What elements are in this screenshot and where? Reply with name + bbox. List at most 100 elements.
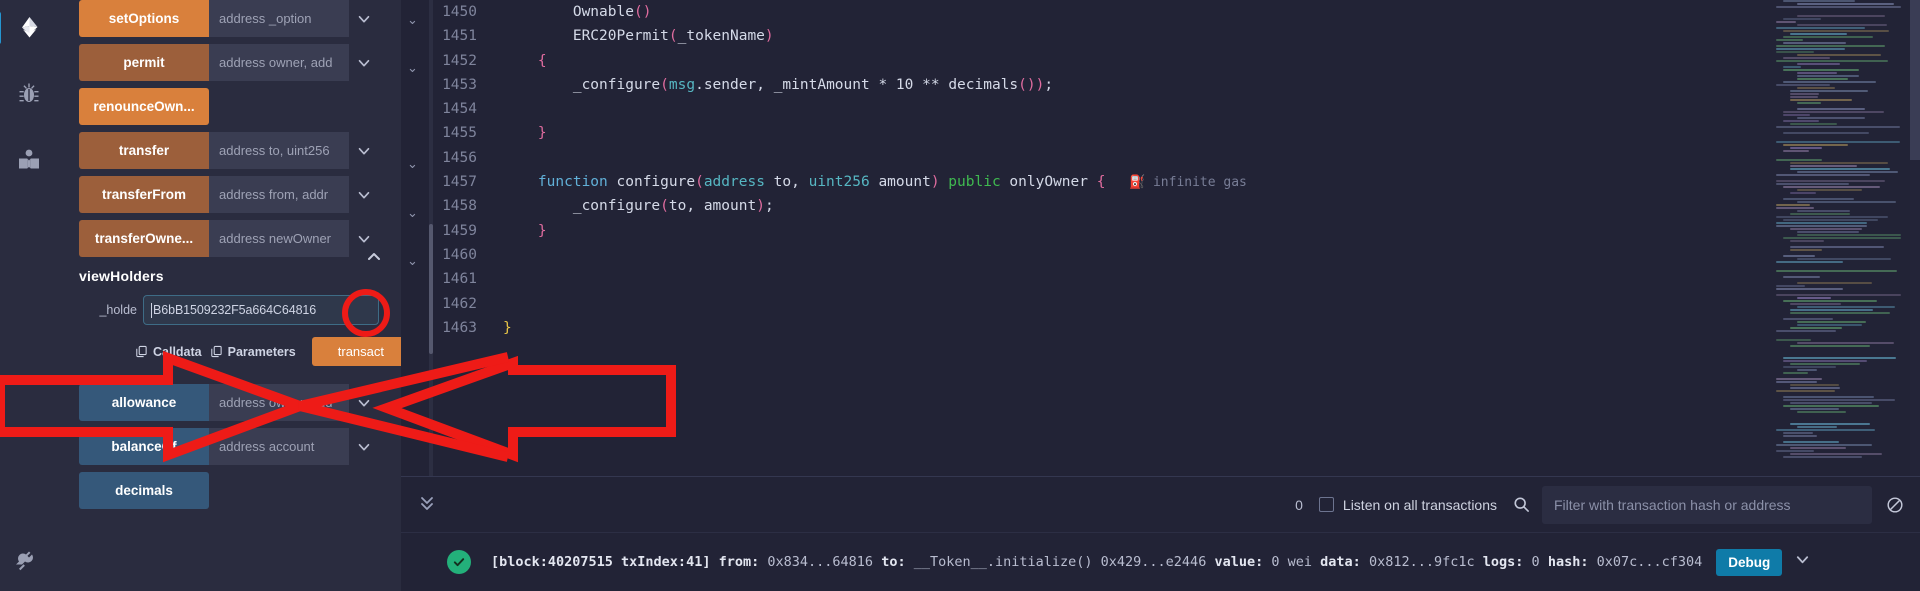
book-icon [16,147,42,173]
minimap-line [1776,48,1845,50]
editor-scrollbar-thumb[interactable] [429,224,433,354]
log-to-key: to: [881,554,905,570]
fold-caret-icon[interactable]: ⌄ [407,253,418,269]
minimap-line [1776,378,1822,380]
function-input[interactable]: address account [209,428,349,465]
no-entry-icon[interactable] [1872,496,1908,514]
chevron-down-icon[interactable] [349,44,379,81]
listen-on-all-transactions-checkbox[interactable] [1319,497,1334,512]
listen-on-all-transactions-label: Listen on all transactions [1343,497,1497,513]
line-number: 1456 [441,146,503,170]
minimap-line [1783,366,1836,368]
chevron-up-icon[interactable] [361,244,387,270]
transaction-log-row[interactable]: [block:40207515 txIndex:41] from: 0x834.… [401,533,1920,591]
minimap-scrollbar-thumb[interactable] [1910,0,1920,160]
sidebar-item-documentation[interactable] [7,140,51,180]
minimap-line [1776,429,1875,431]
function-input[interactable]: address from, addr [209,176,349,213]
function-input[interactable]: address to, uint256 [209,132,349,169]
function-button-permit[interactable]: permit [79,44,209,81]
function-button-setoptions[interactable]: setOptions [79,0,209,37]
function-button-renounceown[interactable]: renounceOwn... [79,88,209,125]
copy-parameters-button[interactable]: Parameters [210,345,296,359]
fold-caret-icon[interactable]: ⌄ [407,205,418,221]
line-number: 1452 [441,49,503,73]
code-line: 1456 [441,146,1920,170]
code-editor[interactable]: ⌄ ⌄ ⌄ ⌄ ⌄ ⌄ 1450 Ownable()1451 ERC20Perm… [401,0,1920,476]
fold-caret-icon[interactable]: ⌄ [407,156,418,172]
code-line: 1454 [441,97,1920,121]
fold-caret-icon[interactable]: ⌄ [407,60,418,76]
parameter-label: _holde [79,303,137,317]
line-number: 1460 [441,243,503,267]
line-number: 1451 [441,24,503,48]
minimap-line [1783,435,1817,437]
contract-function-row: allowanceaddress owner, add [79,384,379,421]
function-input[interactable]: address newOwner [209,220,349,257]
editor-minimap[interactable] [1776,0,1906,476]
search-icon[interactable] [1497,496,1542,513]
minimap-line [1797,63,1840,65]
function-button-transfer[interactable]: transfer [79,132,209,169]
chevron-down-icon[interactable] [349,428,379,465]
transaction-filter-input[interactable]: Filter with transaction hash or address [1542,486,1872,524]
chevron-down-icon[interactable] [349,384,379,421]
function-button-balanceof[interactable]: balanceOf [79,428,209,465]
chevron-down-icon[interactable] [1794,551,1811,573]
minimap-line [1790,453,1882,455]
chevron-down-icon[interactable] [349,132,379,169]
function-button-decimals[interactable]: decimals [79,472,209,509]
minimap-line [1797,201,1896,203]
fold-caret-icon[interactable]: ⌄ [407,423,418,439]
fold-caret-icon[interactable]: ⌄ [407,12,418,28]
minimap-line [1797,54,1881,56]
sidebar-item-plugin-manager[interactable] [7,539,51,579]
minimap-line [1783,66,1801,68]
function-button-allowance[interactable]: allowance [79,384,209,421]
function-input[interactable]: address owner, add [209,384,349,421]
minimap-line [1797,102,1821,104]
contract-function-row: decimals [79,472,379,509]
double-chevron-down-icon[interactable] [411,494,443,515]
minimap-line [1797,24,1887,26]
minimap-line [1797,171,1898,173]
chevron-down-icon[interactable] [349,176,379,213]
sidebar-item-debugger[interactable] [7,74,51,114]
chevron-down-icon[interactable] [349,0,379,37]
minimap-line [1776,84,1830,86]
minimap-line [1790,228,1862,230]
minimap-line [1797,210,1850,212]
minimap-line [1783,399,1895,401]
holder-address-input[interactable]: B6bB1509232F5a664C64816 [143,295,379,325]
minimap-line [1790,162,1888,164]
minimap-line [1783,300,1877,302]
minimap-line [1776,222,1867,224]
copy-calldata-button[interactable]: Calldata [135,345,202,359]
code-line: 1451 ERC20Permit(_tokenName) [441,24,1920,48]
minimap-line [1783,69,1859,71]
minimap-line [1790,93,1819,95]
code-line: 1457 function configure(address to, uint… [441,170,1920,194]
contract-function-row: transferFromaddress from, addr [79,176,379,213]
bug-icon [16,81,42,107]
line-number: 1462 [441,292,503,316]
function-input[interactable]: address owner, add [209,44,349,81]
debug-button[interactable]: Debug [1716,549,1782,576]
contract-functions-bottom-list: allowanceaddress owner, addbalanceOfaddr… [79,384,379,509]
line-number: 1463 [441,316,503,340]
minimap-line [1776,60,1888,62]
deploy-run-panel: setOptionsaddress _optionpermitaddress o… [57,0,401,591]
minimap-line [1776,126,1900,128]
function-button-transferfrom[interactable]: transferFrom [79,176,209,213]
minimap-line [1783,456,1862,458]
function-input[interactable]: address _option [209,0,349,37]
line-number: 1457 [441,170,503,194]
log-block: [block:40207515 txIndex:41] [491,554,710,570]
transaction-filter-placeholder: Filter with transaction hash or address [1554,497,1791,513]
transact-button[interactable]: transact [312,337,401,366]
minimap-line [1790,312,1890,314]
function-button-transferowne[interactable]: transferOwne... [79,220,209,257]
minimap-line [1790,447,1846,449]
sidebar-item-deploy-run-transactions[interactable] [7,8,51,48]
minimap-line [1783,198,1854,200]
